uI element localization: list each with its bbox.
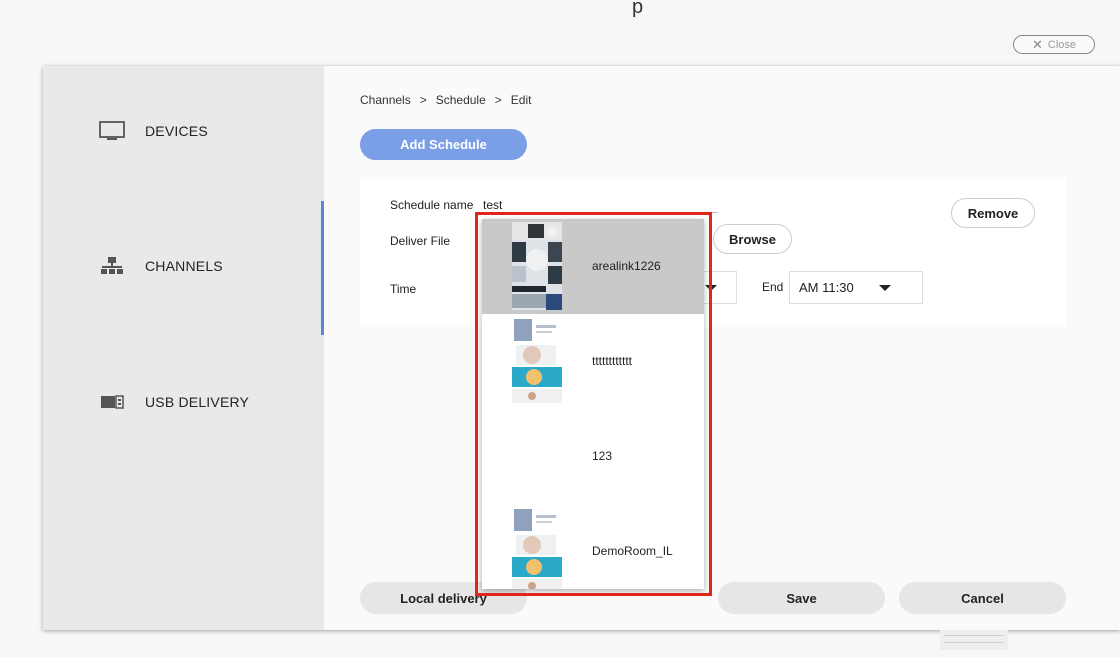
- main-panel: Channels > Schedule > Edit Add Schedule Sche…: [324, 66, 1120, 630]
- schedule-form: Schedule name test Deliver File Browse T…: [360, 179, 1066, 327]
- end-label: End: [762, 280, 784, 294]
- breadcrumb-item-schedule[interactable]: Schedule: [436, 93, 486, 107]
- deliver-file-label: Deliver File: [390, 234, 451, 248]
- breadcrumb-separator: >: [494, 93, 502, 107]
- monitor-icon: [97, 121, 127, 141]
- cancel-button[interactable]: Cancel: [899, 582, 1066, 614]
- chevron-down-icon: [878, 284, 891, 291]
- schedule-name-label: Schedule name: [390, 198, 474, 212]
- schedule-name-input[interactable]: test: [483, 198, 502, 212]
- decorative-graphic: [940, 630, 1008, 650]
- close-button[interactable]: ✕ Close: [1013, 35, 1095, 54]
- end-time-value: AM 11:30: [799, 280, 854, 295]
- add-schedule-button[interactable]: Add Schedule: [360, 129, 527, 160]
- close-icon: ✕: [1031, 36, 1043, 52]
- time-label: Time: [390, 282, 417, 296]
- network-icon: [97, 256, 127, 276]
- sidebar-item-label: CHANNELS: [145, 258, 223, 274]
- sidebar-item-label: USB DELIVERY: [145, 394, 250, 410]
- sidebar-item-devices[interactable]: DEVICES: [97, 121, 208, 141]
- breadcrumb-separator: >: [419, 93, 427, 107]
- browse-button[interactable]: Browse: [713, 224, 792, 254]
- sidebar-item-channels[interactable]: CHANNELS: [97, 256, 223, 276]
- breadcrumb-item-edit: Edit: [510, 93, 532, 107]
- breadcrumb-item-channels[interactable]: Channels: [360, 93, 411, 107]
- end-time-select[interactable]: AM 11:30: [789, 271, 923, 304]
- sidebar: DEVICES CHANNELS USB DELIVERY: [43, 66, 324, 630]
- sidebar-item-usb-delivery[interactable]: USB DELIVERY: [97, 394, 249, 410]
- top-text-fragment: p: [632, 0, 644, 18]
- highlight-annotation-box: [475, 212, 712, 596]
- remove-button[interactable]: Remove: [951, 198, 1035, 228]
- usb-icon: [97, 395, 127, 409]
- close-button-label: Close: [1047, 38, 1077, 51]
- sidebar-item-label: DEVICES: [145, 123, 208, 139]
- breadcrumb: Channels > Schedule > Edit: [360, 93, 531, 107]
- save-button[interactable]: Save: [718, 582, 885, 614]
